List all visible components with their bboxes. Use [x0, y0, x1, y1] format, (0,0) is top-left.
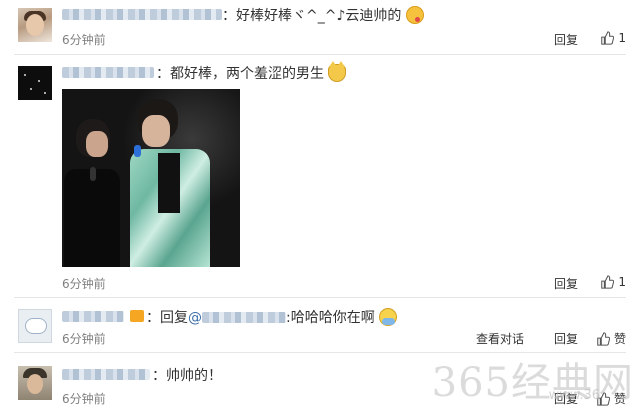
- kiss-emoji-icon: [405, 6, 424, 24]
- hand-emoji-icon: [379, 308, 398, 326]
- comment-time: 6分钟前: [62, 392, 106, 406]
- comment-text: ：回复@:哈哈哈你在啊: [146, 307, 398, 327]
- avatar[interactable]: [18, 366, 52, 400]
- view-conversation-link[interactable]: 查看对话: [476, 330, 524, 347]
- username-blurred[interactable]: [62, 9, 222, 20]
- thumbs-up-icon: [597, 331, 610, 346]
- reply-button[interactable]: 回复: [554, 330, 578, 347]
- mention-name-blurred[interactable]: [202, 312, 286, 323]
- thumbs-up-icon: [601, 31, 615, 45]
- comment-text: ：都好棒，两个羞涩的男生: [156, 61, 347, 83]
- comment-time: 6分钟前: [62, 332, 106, 346]
- avatar[interactable]: [18, 8, 52, 42]
- reply-button[interactable]: 回复: [554, 275, 578, 292]
- username-blurred[interactable]: [62, 311, 124, 322]
- reply-button[interactable]: 回复: [554, 31, 578, 48]
- like-button[interactable]: 赞: [596, 330, 626, 347]
- like-button[interactable]: 1: [600, 275, 626, 289]
- comment-text: ：好棒好棒ヾ^_^♪云迪帅的: [222, 5, 424, 25]
- comment-1: ：好棒好棒ヾ^_^♪云迪帅的 6分钟前 回复 1: [0, 0, 640, 52]
- watermark-url: www.36: [548, 388, 600, 403]
- comment-time: 6分钟前: [62, 33, 106, 47]
- vip-badge-icon: [130, 310, 144, 322]
- comment-text: ：帅帅的！: [152, 368, 222, 384]
- watermark: 365经典网: [431, 360, 634, 406]
- cat-emoji-icon: [328, 61, 347, 82]
- thumbs-up-icon: [601, 275, 615, 289]
- comment-time: 6分钟前: [62, 277, 106, 291]
- avatar[interactable]: [18, 309, 52, 343]
- username-blurred[interactable]: [62, 67, 154, 78]
- mention-link[interactable]: @: [188, 310, 202, 326]
- like-button[interactable]: 1: [600, 31, 626, 45]
- comment-photo[interactable]: [62, 89, 240, 267]
- avatar[interactable]: [18, 66, 52, 100]
- username-blurred[interactable]: [62, 369, 150, 380]
